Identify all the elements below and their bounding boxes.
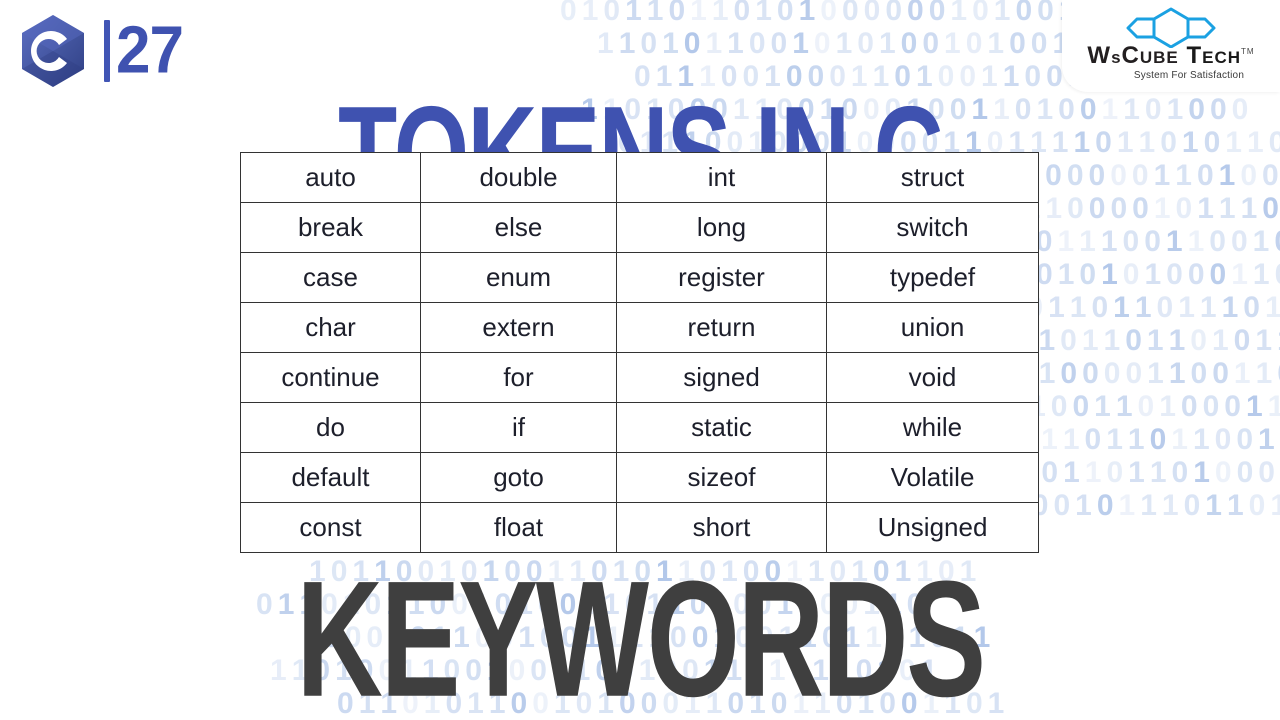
keyword-cell: enum [420, 252, 617, 303]
keyword-cell: extern [420, 302, 617, 353]
keyword-cell: while [826, 402, 1039, 453]
keyword-cell: typedef [826, 252, 1039, 303]
keyword-cell: int [616, 152, 827, 203]
keyword-cell: switch [826, 202, 1039, 253]
binary-row: 0101101101000110100110100110100 [998, 456, 1280, 489]
keyword-cell: void [826, 352, 1039, 403]
brand-name-w: W [1087, 42, 1112, 69]
binary-row: 0101010001101001001101011001101 [1036, 258, 1280, 291]
brand-name-s: s [1111, 48, 1122, 67]
keyword-cell: register [616, 252, 827, 303]
table-row: continue for signed void [240, 352, 1039, 403]
table-row: auto double int struct [240, 152, 1039, 203]
brand-name: WsCUBE TECHTM [1062, 44, 1280, 68]
keyword-cell: else [420, 202, 617, 253]
keyword-cell: short [616, 502, 827, 553]
trademark-symbol: TM [1241, 47, 1255, 56]
episode-number: 27 [116, 13, 184, 88]
brand-name-ube: UBE [1139, 48, 1179, 67]
keyword-cell: return [616, 302, 827, 353]
header-left-group: 27 [10, 8, 184, 94]
keyword-cell: static [616, 402, 827, 453]
keyword-cell: auto [240, 152, 421, 203]
slide-canvas: 0101101101010000001010011001010110101100… [0, 0, 1280, 720]
keyword-cell: const [240, 502, 421, 553]
keyword-cell: float [420, 502, 617, 553]
brand-logo: WsCUBE TECHTM System For Satisfaction [1062, 0, 1280, 92]
keyword-cell: do [240, 402, 421, 453]
table-row: char extern return union [240, 302, 1039, 353]
keyword-cell: sizeof [616, 452, 827, 503]
c-language-logo-icon [10, 8, 96, 94]
table-row: case enum register typedef [240, 252, 1039, 303]
table-row: break else long switch [240, 202, 1039, 253]
keyword-cell: default [240, 452, 421, 503]
keyword-cell: goto [420, 452, 617, 503]
table-row: const float short Unsigned [240, 502, 1039, 553]
keyword-cell: break [240, 202, 421, 253]
keyword-cell: for [420, 352, 617, 403]
keyword-cell: Unsigned [826, 502, 1039, 553]
keyword-cell: case [240, 252, 421, 303]
keyword-cell: long [616, 202, 827, 253]
keyword-cell: struct [826, 152, 1039, 203]
keywords-table-container: auto double int struct break else long switch ca… [240, 152, 1039, 553]
keyword-cell: double [420, 152, 617, 203]
table-row: do if static while [240, 402, 1039, 453]
brand-name-ech: ECH [1202, 48, 1242, 67]
keyword-cell: signed [616, 352, 827, 403]
binary-row: 0100001100110101101011010011011 [1017, 357, 1280, 390]
footer-caption: KEYWORDS [296, 546, 986, 720]
keyword-cell: union [826, 302, 1039, 353]
episode-separator-bar [104, 20, 110, 82]
keyword-cell: if [420, 402, 617, 453]
brand-name-t: T [1186, 42, 1203, 69]
keyword-cell: char [240, 302, 421, 353]
keywords-table-body: auto double int struct break else long switch ca… [240, 152, 1039, 553]
keyword-cell: continue [240, 352, 421, 403]
table-row: default goto sizeof Volatile [240, 452, 1039, 503]
brand-name-c: C [1121, 42, 1140, 69]
brand-tagline: System For Satisfaction [1133, 70, 1245, 81]
keyword-cell: Volatile [826, 452, 1039, 503]
c-keywords-table: auto double int struct break else long switch ca… [240, 152, 1039, 553]
